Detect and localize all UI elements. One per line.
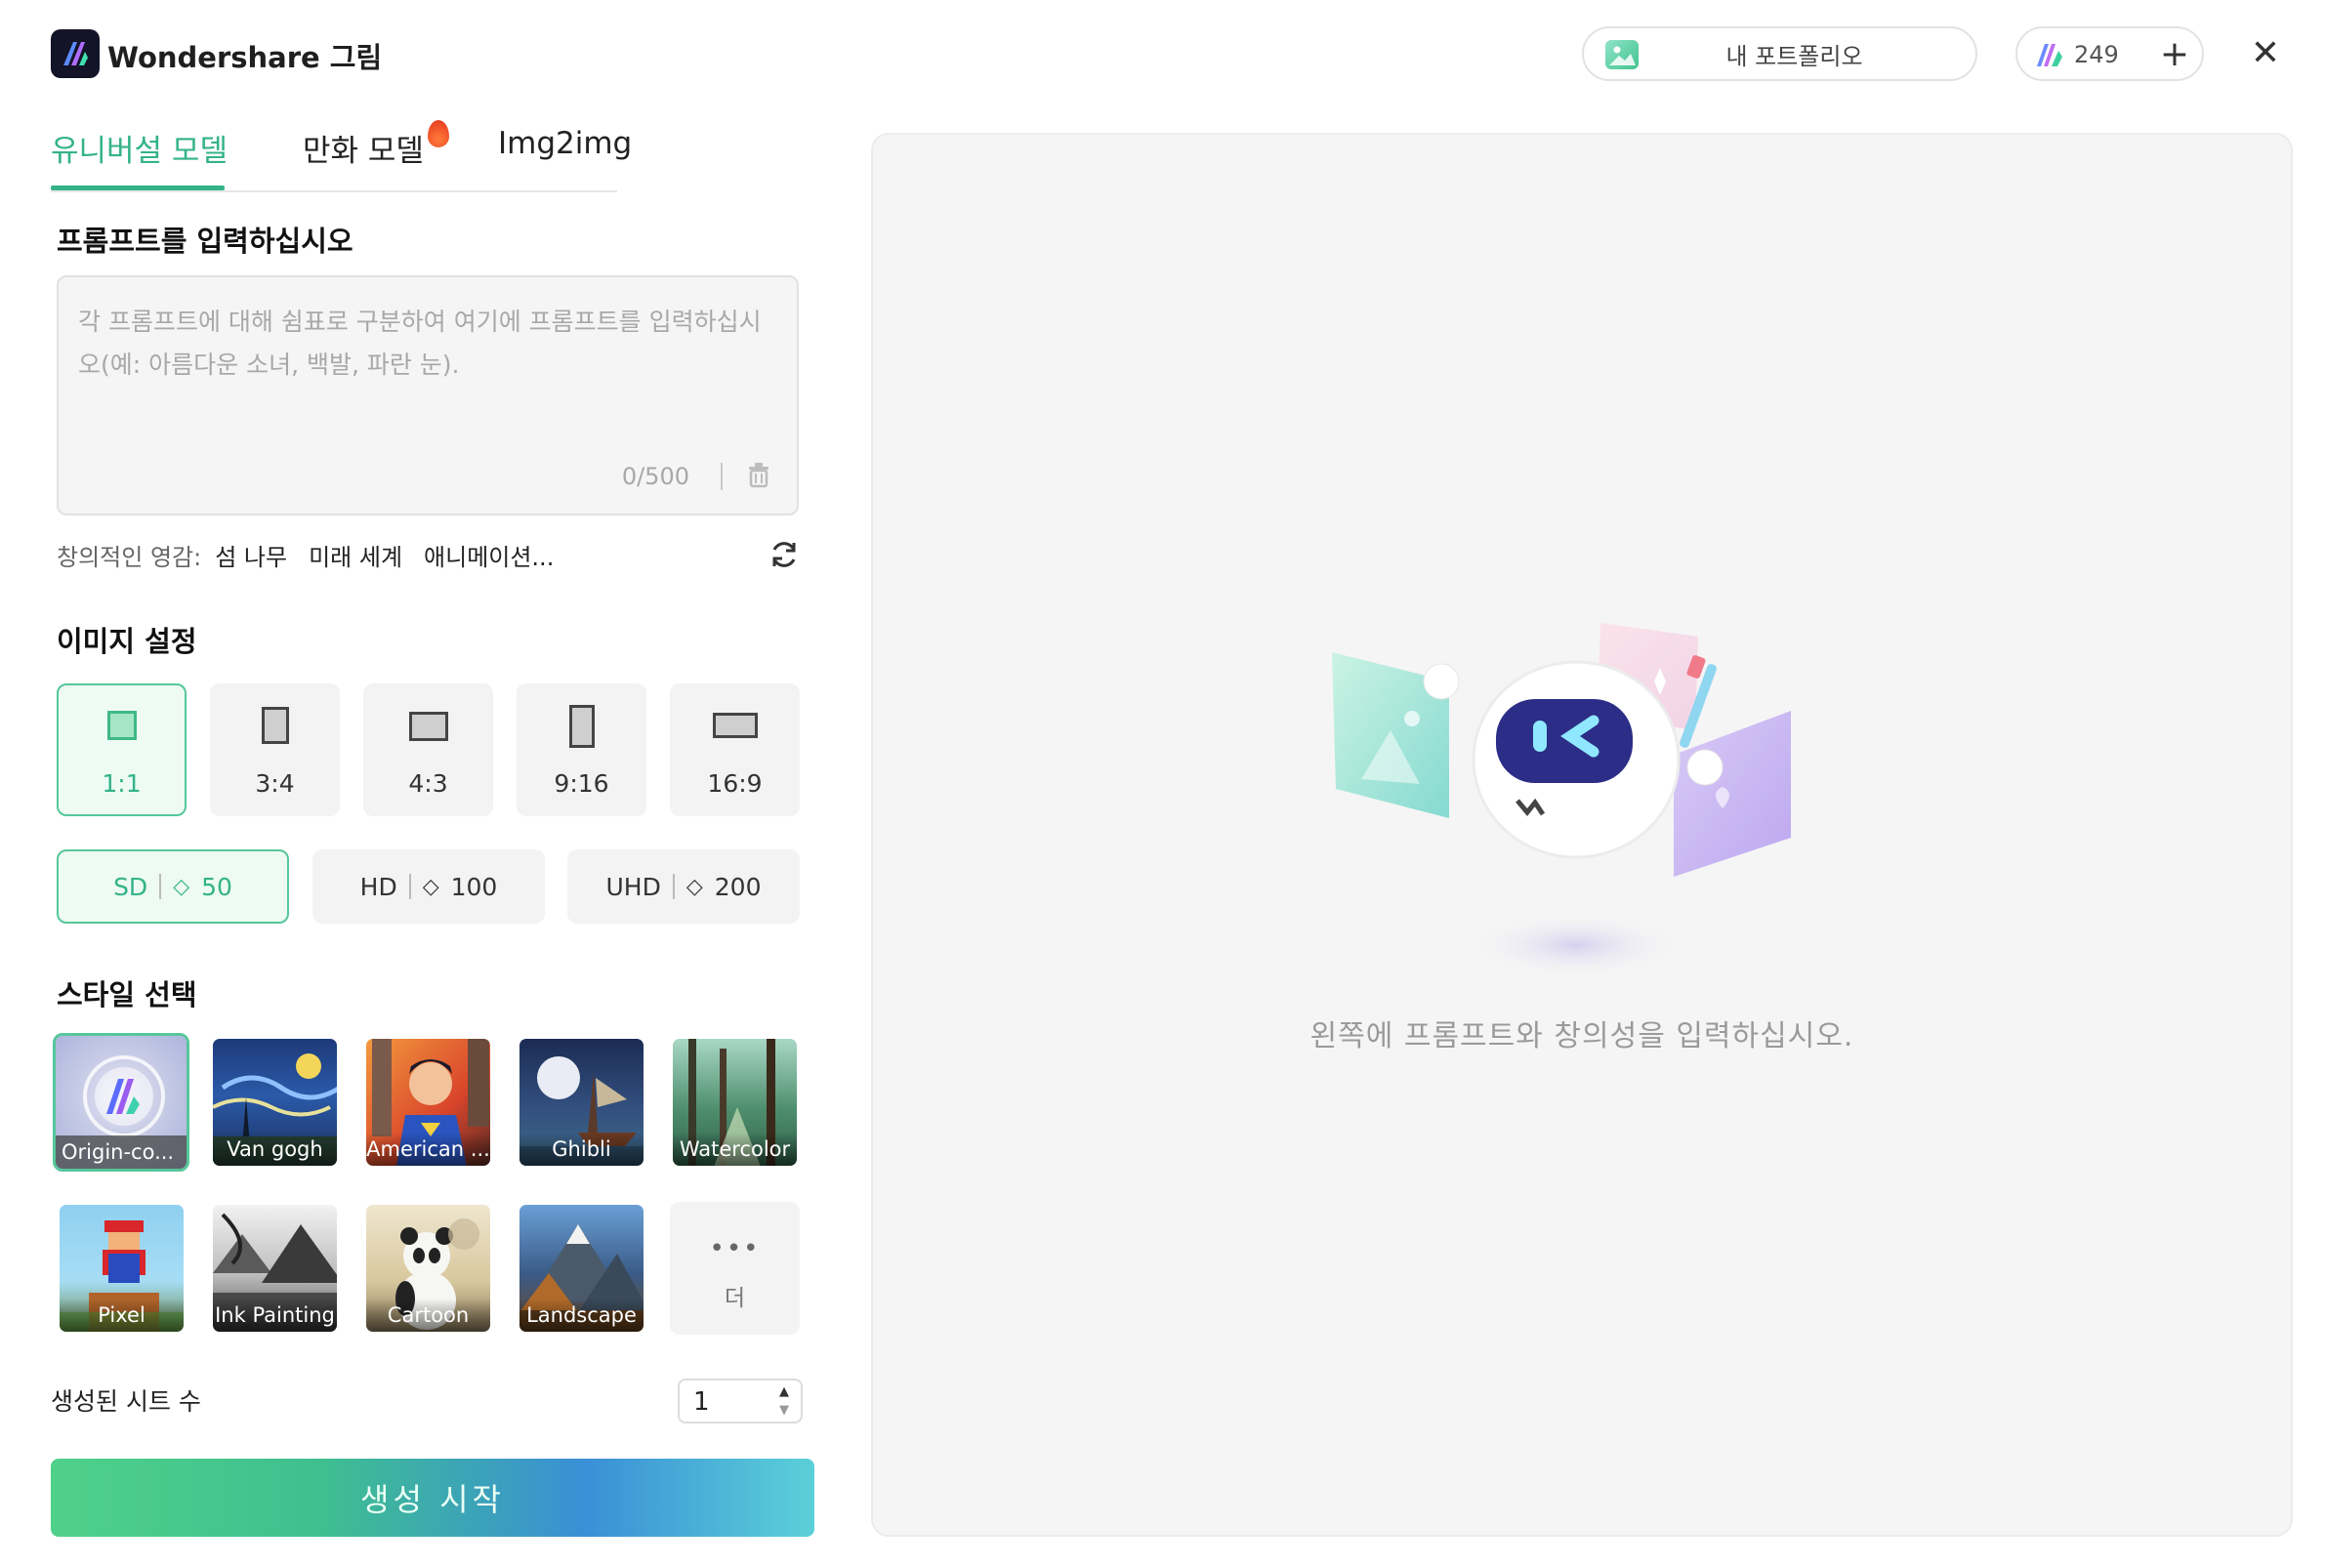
char-counter: 0/500 <box>621 463 689 490</box>
preview-canvas: 왼쪽에 프롬프트와 창의성을 입력하십시오. <box>871 133 2293 1537</box>
tab-img2img[interactable]: Img2img <box>498 126 632 161</box>
title-bar: Wondershare 그림 내 포트폴리오 249 + ✕ <box>0 0 2326 107</box>
style-label: Watercolor <box>673 1133 797 1166</box>
ratio-square-icon <box>106 711 137 740</box>
quality-label: HD <box>359 872 397 901</box>
style-label: Landscape <box>519 1299 644 1332</box>
app-logo-icon <box>51 29 100 78</box>
more-styles-button[interactable]: ••• 더 <box>670 1202 800 1335</box>
sheets-count-stepper: ▲ ▼ <box>678 1379 803 1424</box>
style-origin-option[interactable]: Origin-co... <box>53 1033 189 1172</box>
credit-logo-icon <box>2035 41 2066 68</box>
credits-button[interactable]: 249 + <box>2015 26 2204 81</box>
style-label: Cartoon <box>366 1299 490 1332</box>
active-tab-indicator <box>51 186 225 190</box>
inspiration-chip[interactable]: 미래 세계 <box>309 538 402 572</box>
quality-uhd-option[interactable]: UHD ◇ 200 <box>567 849 800 924</box>
more-dots-icon: ••• <box>709 1234 761 1263</box>
style-watercolor-option[interactable]: Watercolor <box>670 1036 800 1169</box>
ratio-label: 4:3 <box>408 769 448 798</box>
generate-button[interactable]: 생성 시작 <box>51 1459 814 1537</box>
style-cartoon-option[interactable]: Cartoon <box>363 1202 493 1335</box>
ratio-landscape-icon <box>408 712 448 741</box>
ratio-tall-icon <box>568 705 595 748</box>
sheets-count-label: 생성된 시트 수 <box>51 1387 201 1416</box>
style-label: American ... <box>366 1133 490 1166</box>
quality-cost: 50 <box>201 872 232 901</box>
ratio-label: 9:16 <box>554 769 609 798</box>
credit-diamond-icon: ◇ <box>422 874 439 899</box>
more-styles-label: 더 <box>724 1286 746 1311</box>
quality-hd-option[interactable]: HD ◇ 100 <box>312 849 545 924</box>
style-label: Ink Painting <box>213 1299 337 1332</box>
ratio-label: 3:4 <box>255 769 295 798</box>
credit-diamond-icon: ◇ <box>685 874 703 899</box>
app-title: Wondershare 그림 <box>107 41 383 74</box>
quality-label: UHD <box>605 872 661 901</box>
credit-count: 249 <box>2074 41 2119 68</box>
tab-universal-model[interactable]: 유니버설 모델 <box>51 126 228 170</box>
inspiration-chip[interactable]: 애니메이션... <box>424 538 554 572</box>
quality-sd-option[interactable]: SD ◇ 50 <box>57 849 289 924</box>
decrement-arrow-icon[interactable]: ▼ <box>779 1403 789 1418</box>
style-label: Ghibli <box>519 1133 644 1166</box>
fire-icon <box>428 120 449 147</box>
portfolio-button[interactable]: 내 포트폴리오 <box>1582 26 1977 81</box>
prompt-input[interactable] <box>78 301 781 447</box>
style-section-title: 스타일 선택 <box>57 978 197 1011</box>
style-label: Pixel <box>60 1299 184 1332</box>
model-tabs: 유니버설 모델 만화 모델 Img2img <box>51 120 632 192</box>
ratio-label: 1:1 <box>102 769 142 798</box>
style-ghibli-option[interactable]: Ghibli <box>517 1036 646 1169</box>
portfolio-label: 내 포트폴리오 <box>1725 42 1863 70</box>
close-icon[interactable]: ✕ <box>2246 33 2285 73</box>
prompt-section-title: 프롬프트를 입력하십시오 <box>57 225 353 258</box>
trash-icon[interactable] <box>746 461 771 488</box>
style-label: Origin-co... <box>56 1135 187 1169</box>
ratio-portrait-icon <box>261 707 289 744</box>
ratio-4-3-option[interactable]: 4:3 <box>363 683 493 816</box>
ratio-label: 16:9 <box>707 769 763 798</box>
refresh-icon[interactable] <box>768 538 801 571</box>
style-label: Van gogh <box>213 1133 337 1166</box>
prompt-box: 0/500 <box>57 275 799 516</box>
inspiration-label: 창의적인 영감: <box>57 543 202 571</box>
ratio-3-4-option[interactable]: 3:4 <box>210 683 340 816</box>
quality-cost: 200 <box>714 872 762 901</box>
style-pixel-option[interactable]: Pixel <box>57 1202 187 1335</box>
sheets-count-input[interactable] <box>693 1386 762 1418</box>
quality-label: SD <box>113 872 148 901</box>
ratio-wide-icon <box>712 713 758 738</box>
increment-arrow-icon[interactable]: ▲ <box>779 1384 789 1399</box>
empty-state-hint: 왼쪽에 프롬프트와 창의성을 입력하십시오. <box>1309 1019 1854 1053</box>
inspiration-chip[interactable]: 섬 나무 <box>215 538 287 572</box>
image-settings-title: 이미지 설정 <box>57 625 197 658</box>
ratio-9-16-option[interactable]: 9:16 <box>517 683 646 816</box>
add-credits-icon[interactable]: + <box>2155 34 2194 74</box>
counter-divider <box>721 463 723 490</box>
quality-divider <box>672 874 675 899</box>
ratio-1-1-option[interactable]: 1:1 <box>57 683 187 816</box>
quality-divider <box>408 874 411 899</box>
quality-cost: 100 <box>450 872 498 901</box>
inspiration-row: 창의적인 영감: 섬 나무 미래 세계 애니메이션... <box>57 537 575 572</box>
style-landscape-option[interactable]: Landscape <box>517 1202 646 1335</box>
style-ink-painting-option[interactable]: Ink Painting <box>210 1202 340 1335</box>
ratio-16-9-option[interactable]: 16:9 <box>670 683 800 816</box>
robot-illustration <box>1332 613 1820 984</box>
tab-comic-model[interactable]: 만화 모델 <box>303 126 424 170</box>
style-american-comic-option[interactable]: American ... <box>363 1036 493 1169</box>
quality-divider <box>159 874 162 899</box>
style-van-gogh-option[interactable]: Van gogh <box>210 1036 340 1169</box>
credit-diamond-icon: ◇ <box>173 874 190 899</box>
